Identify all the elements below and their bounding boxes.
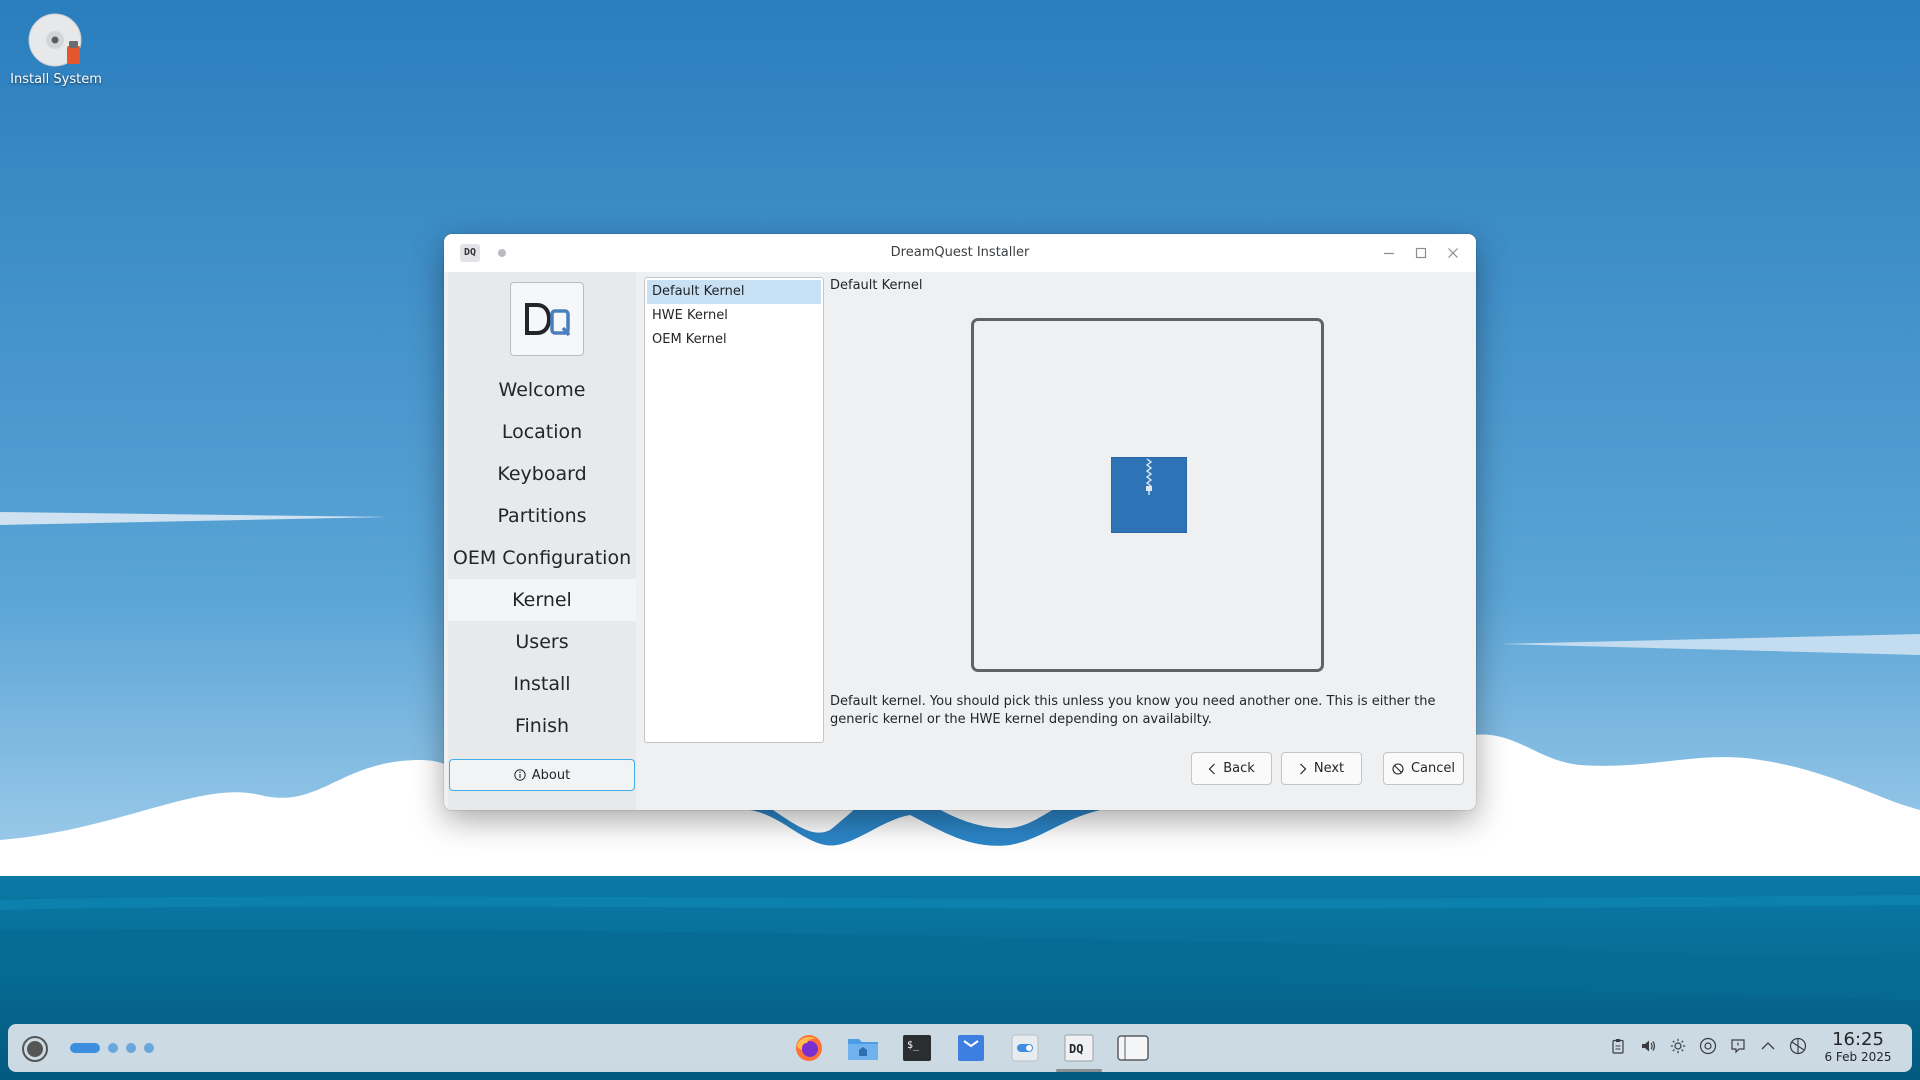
installer-steps-nav: Welcome Location Keyboard Partitions OEM… xyxy=(448,369,636,747)
kernel-item-default[interactable]: Default Kernel xyxy=(647,280,821,304)
terminal-icon: $_ xyxy=(903,1035,931,1061)
minimize-icon xyxy=(1384,252,1394,255)
clipboard-icon xyxy=(1612,1039,1624,1054)
svg-text:$_: $_ xyxy=(907,1040,920,1051)
task-installer[interactable]: DQ xyxy=(1056,1031,1102,1072)
brightness-tray-button[interactable] xyxy=(1668,1036,1688,1056)
close-button[interactable] xyxy=(1444,244,1462,262)
desktop-4-indicator[interactable] xyxy=(144,1043,154,1053)
system-tray xyxy=(1608,1036,1808,1056)
disc-tray-icon xyxy=(1699,1037,1717,1055)
clock-date: 6 Feb 2025 xyxy=(1824,1050,1892,1064)
show-hidden-tray-button[interactable] xyxy=(1758,1036,1778,1056)
blank-window-icon xyxy=(1117,1035,1149,1061)
kernel-list[interactable]: Default Kernel HWE Kernel OEM Kernel xyxy=(644,277,824,743)
task-terminal[interactable]: $_ xyxy=(900,1031,934,1065)
task-manager: $_ DQ xyxy=(792,1031,1150,1072)
disc-icon xyxy=(28,12,84,68)
step-finish[interactable]: Finish xyxy=(448,705,636,747)
cancel-label: Cancel xyxy=(1410,761,1456,776)
kernel-item-hwe[interactable]: HWE Kernel xyxy=(647,304,821,328)
maximize-icon xyxy=(1415,247,1427,259)
brightness-icon xyxy=(1670,1038,1686,1054)
info-icon xyxy=(514,769,526,781)
minimize-button[interactable] xyxy=(1380,244,1398,262)
desktop-2-indicator[interactable] xyxy=(108,1043,118,1053)
application-launcher-button[interactable] xyxy=(22,1036,48,1062)
install-system-desktop-icon[interactable]: Install System xyxy=(10,12,102,87)
file-manager-icon xyxy=(848,1039,878,1060)
step-partitions[interactable]: Partitions xyxy=(448,495,636,537)
step-users[interactable]: Users xyxy=(448,621,636,663)
desktop-icon-label: Install System xyxy=(10,72,102,87)
window-title: DreamQuest Installer xyxy=(890,245,1030,260)
cancel-button[interactable]: Cancel xyxy=(1383,752,1464,785)
clipboard-tray-button[interactable] xyxy=(1608,1036,1628,1056)
kernel-item-oem[interactable]: OEM Kernel xyxy=(647,328,821,352)
task-discover[interactable] xyxy=(954,1031,988,1065)
media-tray-button[interactable] xyxy=(1698,1036,1718,1056)
back-button[interactable]: Back xyxy=(1191,752,1272,785)
task-blank-window[interactable] xyxy=(1116,1031,1150,1065)
notification-icon xyxy=(1731,1039,1745,1054)
window-titlebar[interactable]: DQ DreamQuest Installer xyxy=(444,234,1476,272)
chevron-right-icon xyxy=(1299,763,1307,774)
desktop-3-indicator[interactable] xyxy=(126,1043,136,1053)
window-controls xyxy=(1380,234,1462,272)
firefox-icon xyxy=(796,1035,822,1061)
step-welcome[interactable]: Welcome xyxy=(448,369,636,411)
next-label: Next xyxy=(1313,761,1345,776)
next-button[interactable]: Next xyxy=(1281,752,1362,785)
discover-icon xyxy=(958,1035,984,1061)
network-tray-button[interactable] xyxy=(1788,1036,1808,1056)
notifications-tray-button[interactable] xyxy=(1728,1036,1748,1056)
step-kernel[interactable]: Kernel xyxy=(448,579,636,621)
volume-icon xyxy=(1642,1040,1656,1052)
network-icon xyxy=(1789,1037,1807,1055)
installer-sidebar: Welcome Location Keyboard Partitions OEM… xyxy=(448,272,636,810)
task-firefox[interactable] xyxy=(792,1031,826,1065)
close-icon xyxy=(1448,248,1458,258)
task-file-manager[interactable] xyxy=(846,1031,880,1065)
chevron-up-icon xyxy=(1761,1042,1775,1050)
about-label: About xyxy=(531,767,571,783)
cancel-icon xyxy=(1392,762,1404,775)
installer-window: DQ DreamQuest Installer Welcome Location… xyxy=(444,234,1476,810)
step-oem-configuration[interactable]: OEM Configuration xyxy=(448,537,636,579)
kernel-detail-title: Default Kernel xyxy=(830,278,923,293)
back-label: Back xyxy=(1223,761,1255,776)
digital-clock[interactable]: 16:25 6 Feb 2025 xyxy=(1818,1030,1898,1065)
launcher-icon xyxy=(27,1041,43,1057)
virtual-desktop-pager xyxy=(70,1043,154,1053)
svg-text:DQ: DQ xyxy=(1069,1042,1083,1056)
volume-tray-button[interactable] xyxy=(1638,1036,1658,1056)
kernel-preview-frame xyxy=(971,318,1324,672)
about-button[interactable]: About xyxy=(449,759,635,791)
dq-logo-icon xyxy=(525,303,571,337)
desktop-1-indicator[interactable] xyxy=(70,1043,100,1053)
archive-icon xyxy=(1111,457,1187,533)
taskbar: $_ DQ 16:25 6 Feb 2025 xyxy=(8,1024,1912,1072)
step-location[interactable]: Location xyxy=(448,411,636,453)
maximize-button[interactable] xyxy=(1412,244,1430,262)
step-install[interactable]: Install xyxy=(448,663,636,705)
settings-icon xyxy=(1011,1034,1039,1062)
dreamquest-logo xyxy=(510,282,584,356)
installer-icon: DQ xyxy=(1064,1034,1094,1062)
step-keyboard[interactable]: Keyboard xyxy=(448,453,636,495)
kernel-description: Default kernel. You should pick this unl… xyxy=(830,694,1436,727)
chevron-left-icon xyxy=(1208,763,1216,774)
clock-time: 16:25 xyxy=(1832,1029,1884,1050)
task-settings[interactable] xyxy=(1008,1031,1042,1065)
